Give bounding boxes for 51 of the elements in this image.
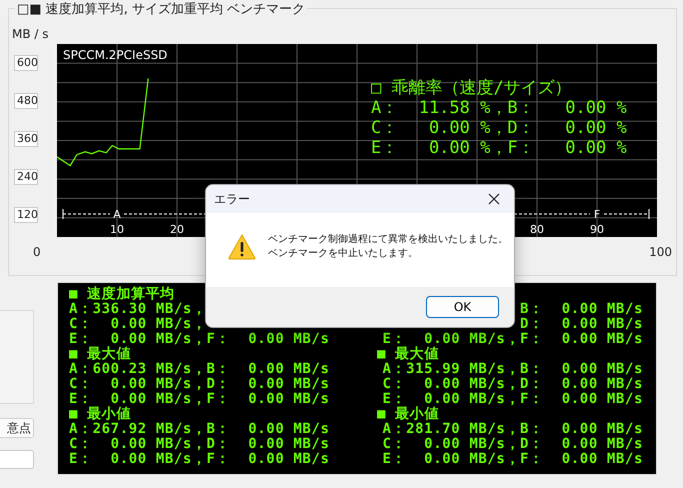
dialog-message: ベンチマークを中止いたします。 [268, 247, 418, 261]
notes-button[interactable]: 意点 [0, 418, 34, 438]
y-tick-label: 240 [14, 169, 38, 185]
close-icon [488, 193, 500, 205]
stats-line: E： 0.00 MB/s，F： 0.00 MB/s [382, 391, 643, 407]
stats-heading: ■ 最大値 [377, 346, 439, 362]
stats-line: C： 0.00 MB/s，D： 0.00 MB/s [69, 376, 330, 392]
stats-heading: ■ 最小値 [377, 406, 439, 422]
dialog-title: エラー [214, 190, 250, 208]
stats-line: C： 0.00 MB/s， [69, 316, 207, 332]
stats-heading: ■ 最小値 [69, 406, 131, 422]
stats-heading: ■ 最大値 [69, 346, 131, 362]
stats-line: A：600.23 MB/s，B： 0.00 MB/s [69, 361, 330, 377]
group-title: □■ 速度加算平均, サイズ加重平均 ベンチマーク [15, 0, 308, 18]
stats-line: E： 0.00 MB/s，F： 0.00 MB/s [69, 391, 330, 407]
stats-line: C： 0.00 MB/s，D： 0.00 MB/s [382, 436, 643, 452]
stats-heading: ■ 速度加算平均 [69, 286, 175, 302]
input-field[interactable] [0, 450, 34, 469]
x-axis-label: 100 [649, 245, 672, 259]
unit-label: MB / s [11, 27, 50, 43]
y-tick-label: 480 [14, 93, 38, 109]
deviation-value: E： 0.00 %，F： 0.00 % [371, 138, 627, 158]
deviation-value: C： 0.00 %，D： 0.00 % [371, 118, 627, 138]
ruler-label: A [113, 208, 121, 221]
stats-line: A：281.70 MB/s，B： 0.00 MB/s [382, 421, 643, 437]
stats-line: A：315.99 MB/s，B： 0.00 MB/s [382, 361, 643, 377]
y-tick-label: 360 [14, 131, 38, 147]
y-tick-label: 120 [14, 207, 38, 223]
deviation-value: A： 11.58 %，B： 0.00 % [371, 98, 627, 118]
stats-line: C： 0.00 MB/s，D： 0.00 MB/s [382, 376, 643, 392]
x-axis-label: 0 [33, 245, 41, 259]
stats-line: A：267.92 MB/s，B： 0.00 MB/s [69, 421, 330, 437]
x-tick-label: 90 [590, 223, 604, 236]
y-tick-label: 600 [14, 55, 38, 71]
deviation-title: □ 乖離率（速度/サイズ） [371, 78, 573, 98]
stats-line: B： 0.00 MB/s [520, 301, 643, 317]
stats-line: C： 0.00 MB/s，D： 0.00 MB/s [69, 436, 330, 452]
x-tick-label: 80 [530, 223, 544, 236]
stats-line: E： 0.00 MB/s，F： 0.00 MB/s [382, 331, 643, 347]
dialog-message: ベンチマーク制御過程にて異常を検出いたしました。 [268, 233, 508, 247]
ruler-label: F [594, 208, 600, 221]
stats-line: A：336.30 MB/s， [69, 301, 207, 317]
stats-line: E： 0.00 MB/s，F： 0.00 MB/s [69, 451, 330, 467]
stats-line: D： 0.00 MB/s [520, 316, 643, 332]
x-tick-label: 20 [170, 223, 184, 236]
stats-line: E： 0.00 MB/s，F： 0.00 MB/s [382, 451, 643, 467]
stats-line: E： 0.00 MB/s，F： 0.00 MB/s [69, 331, 330, 347]
x-tick-label: 10 [110, 223, 124, 236]
chart-title: SPCCM.2PCIeSSD [63, 48, 168, 62]
ok-button[interactable]: OK [426, 296, 499, 318]
warning-icon [228, 234, 256, 260]
